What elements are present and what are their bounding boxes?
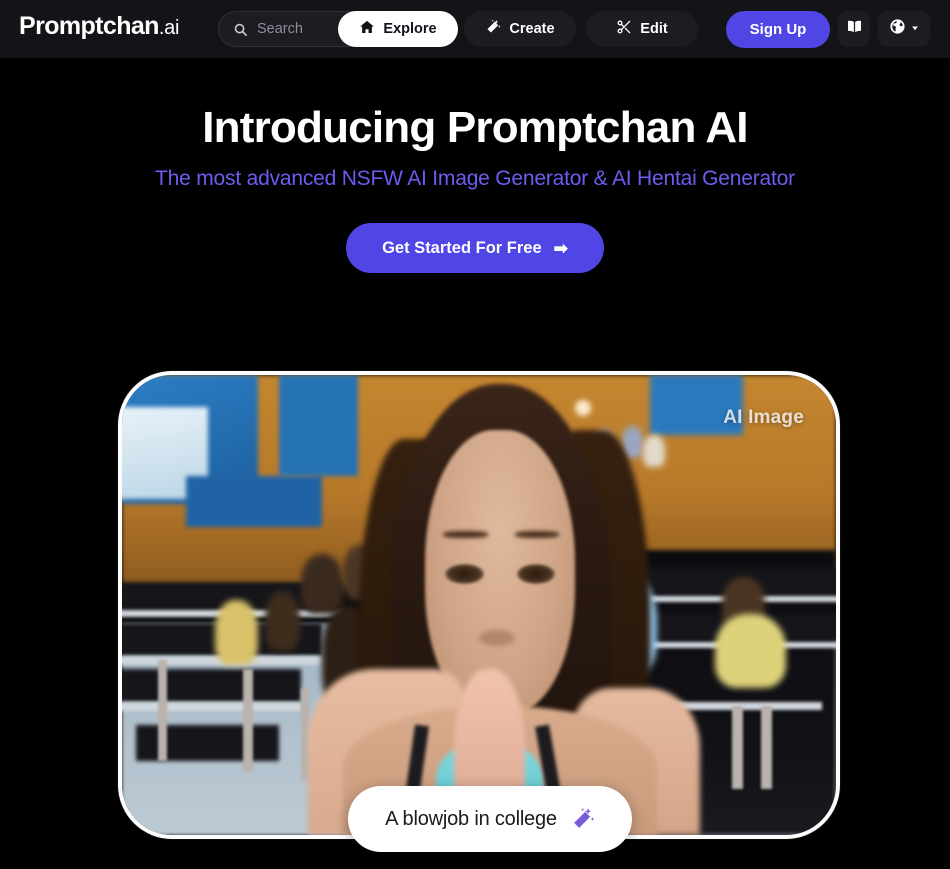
prompt-caption-pill[interactable]: A blowjob in college	[348, 786, 632, 852]
home-icon	[359, 19, 375, 39]
book-icon	[846, 18, 863, 40]
ai-generated-image	[122, 375, 836, 835]
magic-wand-icon	[570, 807, 595, 832]
globe-icon	[889, 18, 906, 40]
magic-wand-icon	[485, 19, 501, 39]
page-subtitle: The most advanced NSFW AI Image Generato…	[155, 167, 795, 191]
sign-up-button[interactable]: Sign Up	[726, 11, 830, 48]
arrow-right-icon: ➡	[553, 238, 568, 258]
cta-container: Get Started For Free ➡	[0, 223, 950, 274]
brand-logo[interactable]: Promptchan.ai	[19, 14, 179, 39]
nav-button-create[interactable]: Create	[464, 11, 576, 47]
prompt-caption-text: A blowjob in college	[385, 807, 557, 830]
nav-button-explore-label: Explore	[383, 21, 437, 37]
nav-button-edit-label: Edit	[640, 21, 668, 37]
nav-button-create-label: Create	[509, 21, 555, 37]
brand-logo-name: Promptchan	[19, 12, 159, 40]
chevron-down-icon	[910, 20, 920, 38]
language-selector[interactable]	[878, 11, 930, 47]
documentation-button[interactable]	[838, 11, 870, 47]
get-started-button[interactable]: Get Started For Free ➡	[346, 223, 604, 274]
sign-up-button-label: Sign Up	[749, 21, 807, 38]
hero-section: Introducing Promptchan AI The most advan…	[0, 58, 950, 274]
showcase-preview-frame[interactable]: AI Image	[118, 371, 840, 839]
search-icon	[233, 22, 248, 37]
page-title: Introducing Promptchan AI	[202, 103, 748, 152]
nav-button-explore[interactable]: Explore	[338, 11, 458, 47]
get-started-button-label: Get Started For Free	[382, 238, 542, 257]
scissors-icon	[616, 19, 632, 39]
brand-logo-suffix: .ai	[158, 17, 180, 39]
ai-image-badge: AI Image	[723, 407, 804, 428]
nav-button-edit[interactable]: Edit	[586, 11, 698, 47]
top-navigation-bar: Promptchan.ai Explore Create	[0, 0, 950, 58]
